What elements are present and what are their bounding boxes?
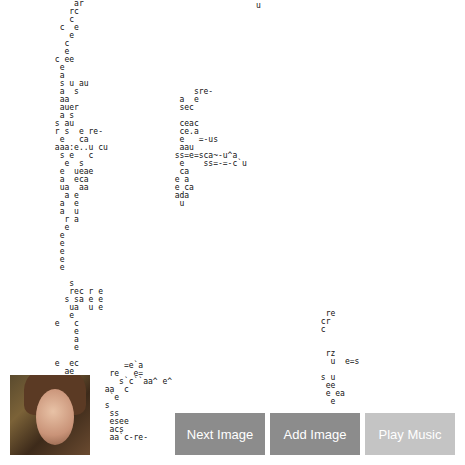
control-bar: Next ImageAdd ImagePlay Music xyxy=(10,375,455,455)
image-thumbnail[interactable] xyxy=(10,375,90,455)
thumbnail-face xyxy=(36,389,74,445)
text-art-strand: ar rc c c e e c e c ee e a s u au a s aa… xyxy=(50,0,108,376)
text-art-strand: u xyxy=(256,2,261,10)
button-group: Next ImageAdd ImagePlay Music xyxy=(175,413,455,455)
art-canvas: ar rc c c e e c e c ee e a s u au a s aa… xyxy=(0,0,465,465)
play-music-button: Play Music xyxy=(365,413,455,455)
text-art-strand: sre- a e sec ceac ce.a e =-us aau ss=e=s… xyxy=(165,88,247,208)
text-art-strand: =e`a re e= s`c``aa^ e^ aa c `e s ss esee… xyxy=(95,362,172,442)
next-image-button[interactable]: Next Image xyxy=(175,413,265,455)
text-art-strand: re cr c rz u e=s s u ee e ea e xyxy=(316,310,359,406)
add-image-button[interactable]: Add Image xyxy=(270,413,360,455)
